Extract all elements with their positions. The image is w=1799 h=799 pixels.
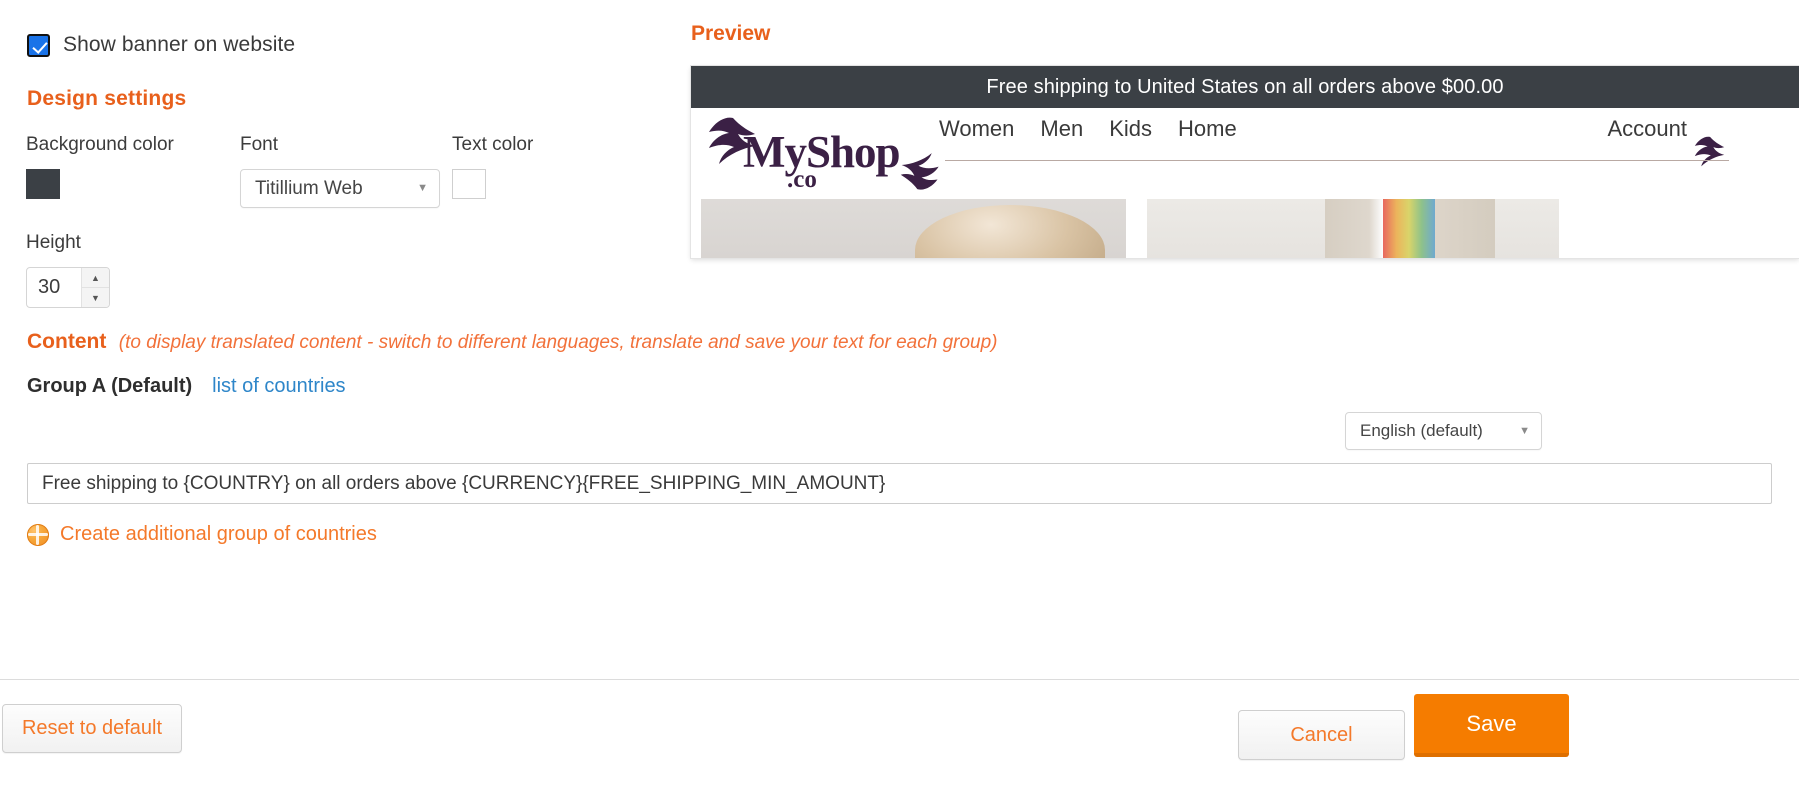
nav-item-kids[interactable]: Kids xyxy=(1109,116,1152,142)
banner-message-input[interactable] xyxy=(27,463,1772,504)
content-heading: Content xyxy=(27,330,107,353)
product-photo xyxy=(701,199,1126,258)
preview-banner: Free shipping to United States on all or… xyxy=(691,66,1799,108)
height-input[interactable] xyxy=(27,268,81,307)
preview-frame: Free shipping to United States on all or… xyxy=(691,66,1799,258)
spinner-up-icon[interactable]: ▲ xyxy=(82,268,109,288)
show-banner-label: Show banner on website xyxy=(63,33,296,56)
text-color-label: Text color xyxy=(452,134,534,155)
reset-to-default-button[interactable]: Reset to default xyxy=(2,704,182,753)
create-additional-group-label: Create additional group of countries xyxy=(60,523,377,545)
height-spin-buttons[interactable]: ▲ ▼ xyxy=(81,268,109,307)
font-select-value: Titillium Web xyxy=(255,177,363,199)
content-note: (to display translated content - switch … xyxy=(118,332,998,353)
nav-item-men[interactable]: Men xyxy=(1040,116,1083,142)
show-banner-checkbox[interactable] xyxy=(27,33,50,57)
content-heading-row: Content (to display translated content -… xyxy=(27,330,998,354)
list-of-countries-link[interactable]: list of countries xyxy=(212,375,345,398)
nav-divider xyxy=(945,160,1729,161)
nav-item-women[interactable]: Women xyxy=(939,116,1014,142)
font-label: Font xyxy=(240,134,279,155)
font-select[interactable]: Titillium Web ▼ xyxy=(240,169,440,208)
nav-item-home[interactable]: Home xyxy=(1178,116,1237,142)
logo-suffix: .co xyxy=(787,166,817,193)
preview-banner-text: Free shipping to United States on all or… xyxy=(986,75,1504,98)
nav-item-account[interactable]: Account xyxy=(1608,116,1688,142)
myshop-logo: MyShop .co xyxy=(703,114,939,196)
chevron-down-icon: ▼ xyxy=(1519,424,1530,437)
height-label: Height xyxy=(26,232,81,253)
settings-panel: Show banner on website Design settings B… xyxy=(0,0,1799,680)
preview-product-photos xyxy=(691,199,1799,258)
cancel-button[interactable]: Cancel xyxy=(1238,710,1405,760)
group-row: Group A (Default) list of countries xyxy=(27,375,346,398)
chevron-down-icon: ▼ xyxy=(417,182,428,194)
language-select-value: English (default) xyxy=(1360,421,1483,440)
logo-wordmark: MyShop xyxy=(743,127,901,177)
background-color-swatch[interactable] xyxy=(26,169,60,199)
preview-heading: Preview xyxy=(691,22,771,45)
product-photo xyxy=(1147,199,1559,258)
language-select[interactable]: English (default) ▼ xyxy=(1345,412,1542,450)
show-banner-row[interactable]: Show banner on website xyxy=(27,33,295,57)
spinner-down-icon[interactable]: ▼ xyxy=(82,288,109,307)
leaf-ornament-icon xyxy=(900,153,939,190)
globe-icon xyxy=(27,523,49,546)
save-button[interactable]: Save xyxy=(1414,694,1569,757)
text-color-swatch[interactable] xyxy=(452,169,486,199)
height-stepper[interactable]: ▲ ▼ xyxy=(26,267,110,308)
preview-site-header: MyShop .co Women Men Kids Home Account xyxy=(691,108,1799,199)
preview-nav: Women Men Kids Home xyxy=(939,116,1263,142)
create-additional-group-link[interactable]: Create additional group of countries xyxy=(27,523,377,546)
group-label: Group A (Default) xyxy=(27,375,193,397)
design-settings-heading: Design settings xyxy=(27,87,187,110)
leaf-ornament-icon xyxy=(1694,136,1725,167)
background-color-label: Background color xyxy=(26,134,174,155)
